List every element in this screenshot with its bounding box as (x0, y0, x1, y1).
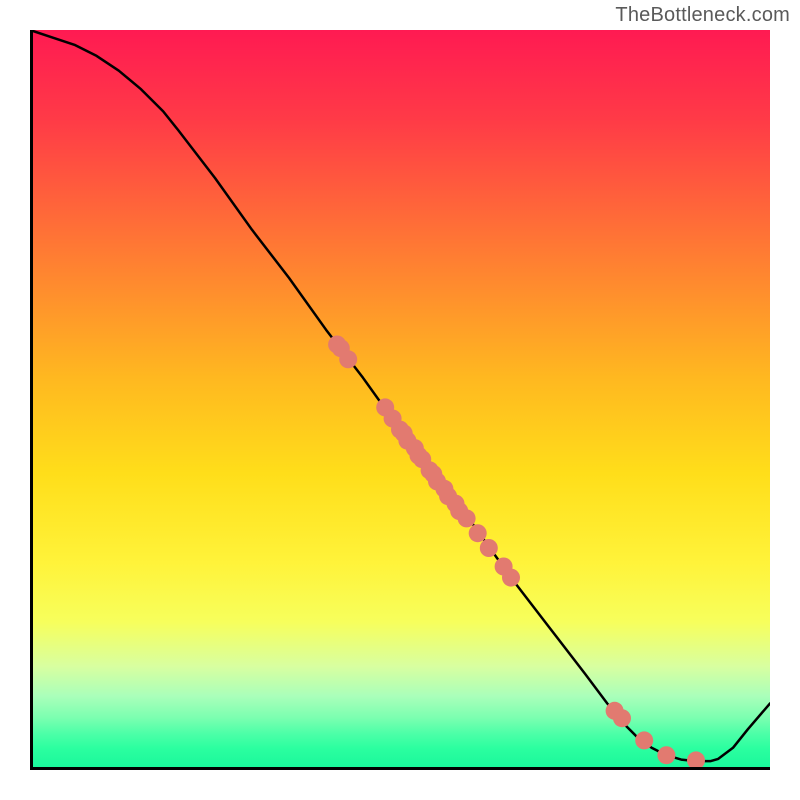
plot-area (30, 30, 770, 770)
data-point (469, 524, 487, 542)
data-point (657, 746, 675, 764)
data-point (613, 709, 631, 727)
data-point (458, 509, 476, 527)
scatter-group (328, 336, 705, 770)
data-point (635, 731, 653, 749)
attribution-label: TheBottleneck.com (615, 4, 790, 27)
chart-svg (30, 30, 770, 770)
curve-line (30, 30, 770, 761)
data-point (339, 350, 357, 368)
data-point (502, 569, 520, 587)
chart-container: TheBottleneck.com (0, 0, 800, 800)
data-point (687, 751, 705, 769)
data-point (480, 539, 498, 557)
